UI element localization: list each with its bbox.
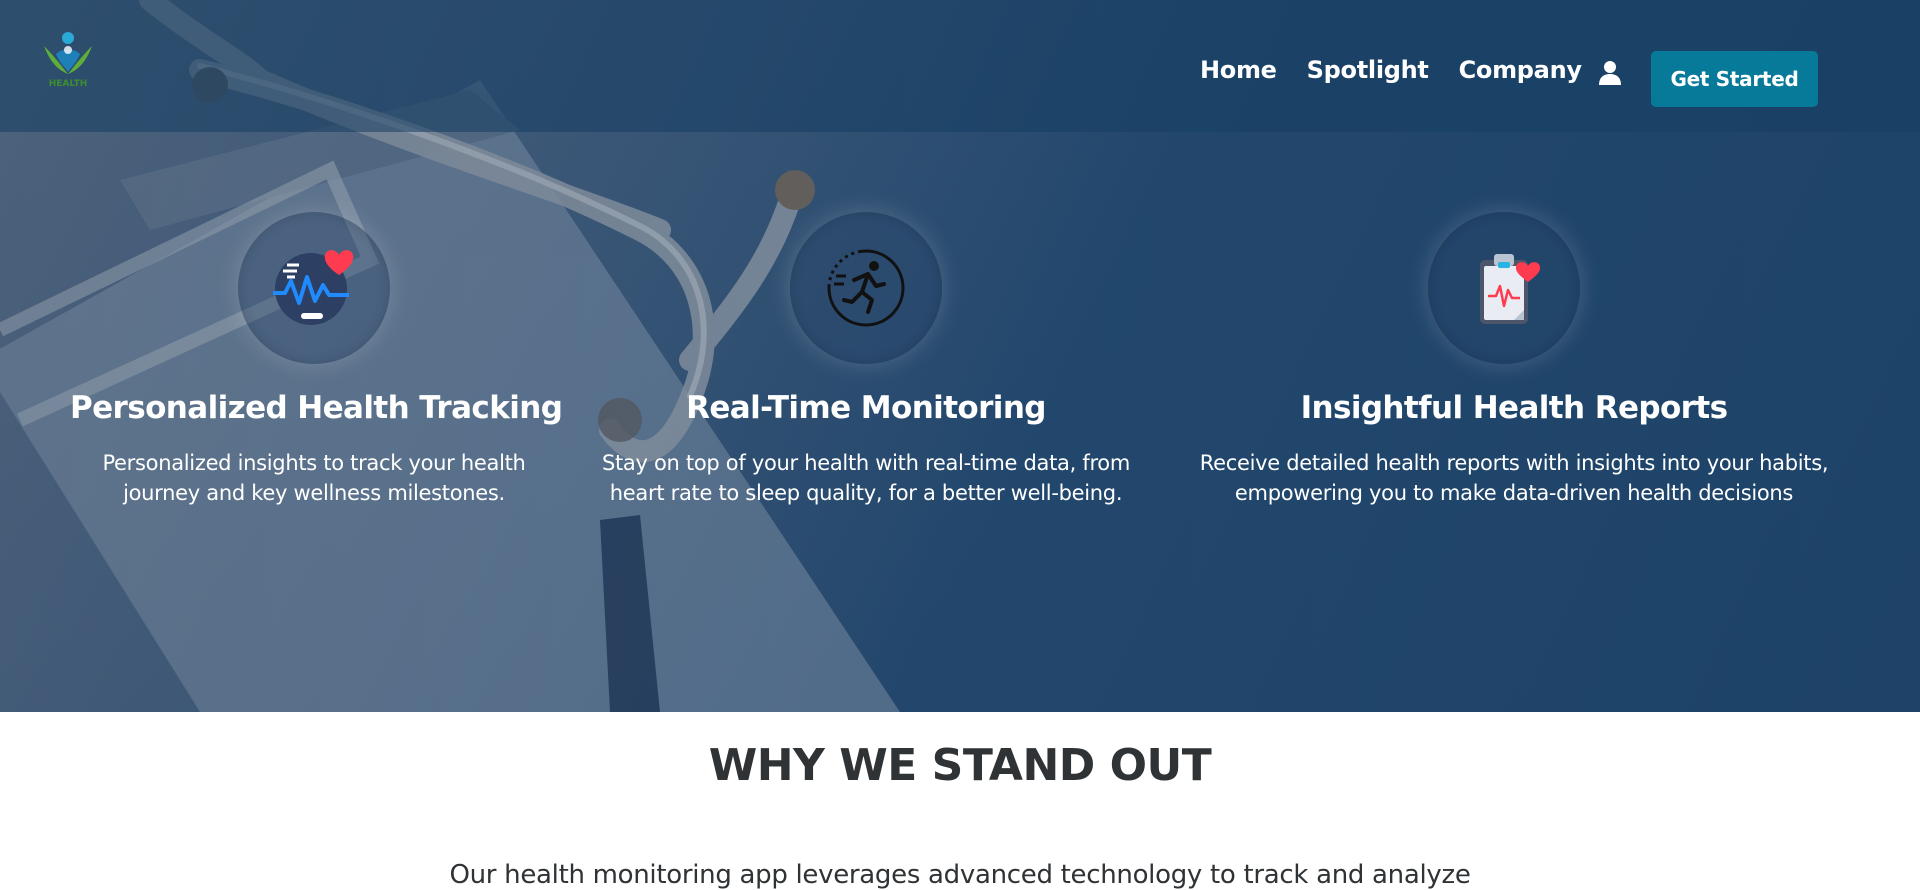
top-navbar: HEALTH Home Spotlight Company Get Starte…	[0, 0, 1920, 132]
section-intro-text: Our health monitoring app leverages adva…	[449, 860, 1471, 890]
clipboard-report-icon	[1480, 254, 1541, 324]
feature-icon-container	[238, 212, 390, 364]
user-icon[interactable]	[1598, 60, 1622, 86]
feature-icon-container	[1428, 212, 1580, 364]
heart-rate-icon	[273, 250, 354, 325]
feature-description-line: Stay on top of your health with real-tim…	[601, 451, 1131, 475]
runner-icon	[827, 249, 905, 327]
nav-spotlight-link[interactable]: Spotlight	[1307, 56, 1429, 84]
feature-card-tracking: Personalized Health Tracking Personalize…	[70, 212, 563, 508]
section-heading: WHY WE STAND OUT	[708, 740, 1212, 791]
feature-description-line: Personalized insights to track your heal…	[102, 451, 526, 475]
brand-logo[interactable]: HEALTH	[40, 28, 96, 90]
feature-description-line: heart rate to sleep quality, for a bette…	[609, 481, 1123, 505]
nav-company-link[interactable]: Company	[1459, 56, 1582, 84]
feature-card-reports: Insightful Health Reports Receive detail…	[1188, 212, 1840, 508]
feature-description: Stay on top of your health with real-tim…	[590, 448, 1142, 508]
feature-description-line: empowering you to make data-driven healt…	[1234, 481, 1794, 505]
logo-text: HEALTH	[49, 79, 88, 89]
feature-title: Personalized Health Tracking	[70, 390, 563, 426]
feature-title: Insightful Health Reports	[1300, 390, 1728, 426]
feature-description: Personalized insights to track your heal…	[70, 448, 558, 508]
feature-title: Real-Time Monitoring	[686, 390, 1046, 426]
nav-home-link[interactable]: Home	[1200, 56, 1277, 84]
feature-description-line: journey and key wellness milestones.	[123, 481, 505, 505]
hero-section: HEALTH Home Spotlight Company Get Starte…	[0, 0, 1920, 712]
nav-links: Home Spotlight Company	[1200, 56, 1582, 84]
get-started-button[interactable]: Get Started	[1651, 51, 1818, 107]
feature-icon-container	[790, 212, 942, 364]
feature-card-monitoring: Real-Time Monitoring Stay on top of your…	[590, 212, 1142, 508]
feature-description-line: Receive detailed health reports with ins…	[1199, 451, 1829, 475]
feature-description: Receive detailed health reports with ins…	[1188, 448, 1840, 508]
